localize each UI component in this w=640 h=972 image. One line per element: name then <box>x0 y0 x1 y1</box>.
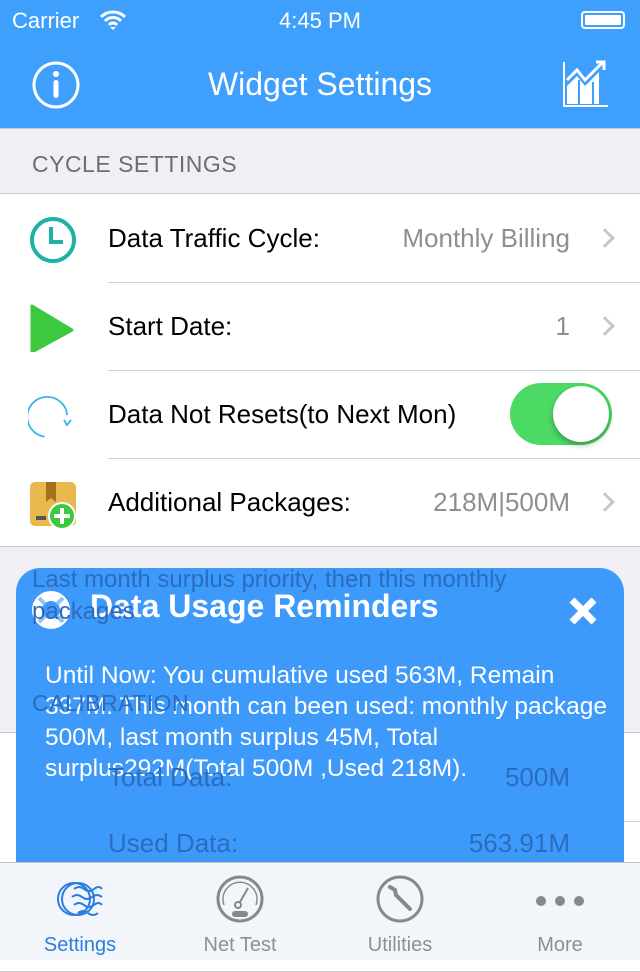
popup-title: Data Usage Reminders <box>90 588 439 624</box>
package-add-icon <box>30 482 76 528</box>
row-value: 218M|500M <box>433 486 570 517</box>
lifebuoy-icon <box>32 591 70 629</box>
tab-label: Settings <box>43 934 117 956</box>
clock-icon <box>30 217 76 263</box>
more-dots-icon <box>536 896 584 906</box>
row-value: Monthly Billing <box>402 222 570 253</box>
close-icon[interactable] <box>568 596 598 626</box>
tab-settings[interactable]: Settings <box>0 863 160 961</box>
row-data-not-resets: Data Not Resets(to Next Mon) <box>0 370 640 458</box>
row-label: Data Not Resets(to Next Mon) <box>108 398 457 429</box>
navigation-bar: Carrier 4:45 PM Widget Settings <box>0 0 640 129</box>
clock-time: 4:45 PM <box>279 8 361 33</box>
cycle-settings-group: Data Traffic Cycle: Monthly Billing Star… <box>0 193 640 547</box>
chevron-right-icon <box>595 228 615 248</box>
tab-utilities[interactable]: Utilities <box>320 863 480 961</box>
row-value: 1 <box>555 310 570 341</box>
chart-icon[interactable] <box>562 60 610 108</box>
row-label: Data Traffic Cycle: <box>108 222 320 253</box>
wrench-icon <box>376 875 424 923</box>
speedometer-icon <box>216 875 264 923</box>
toggle-knob <box>553 386 609 442</box>
play-icon <box>30 304 74 352</box>
popup-message: Until Now: You cumulative used 563M, Rem… <box>45 662 608 782</box>
row-data-traffic-cycle[interactable]: Data Traffic Cycle: Monthly Billing <box>0 194 640 282</box>
tab-label: Net Test <box>203 934 277 956</box>
tab-label: More <box>537 934 583 956</box>
tab-bar: Settings Net Test Utilities More <box>0 862 640 960</box>
row-label: Start Date: <box>108 310 233 341</box>
data-not-resets-toggle[interactable] <box>510 383 612 445</box>
section-header-cycle-settings: CYCLE SETTINGS <box>32 151 238 177</box>
page-title: Widget Settings <box>207 66 433 102</box>
tab-label: Utilities <box>367 934 433 956</box>
data-usage-reminder-popup: Data Usage Reminders Until Now: You cumu… <box>16 568 624 868</box>
chevron-right-icon <box>595 492 615 512</box>
chevron-right-icon <box>595 316 615 336</box>
row-additional-packages[interactable]: Additional Packages: 218M|500M <box>0 458 640 546</box>
refresh-icon <box>28 395 72 438</box>
row-start-date[interactable]: Start Date: 1 <box>0 282 640 370</box>
tab-more[interactable]: More <box>480 863 640 961</box>
row-label: Additional Packages: <box>108 486 351 517</box>
battery-icon <box>581 11 625 29</box>
settings-waves-icon <box>57 882 103 916</box>
tab-net-test[interactable]: Net Test <box>160 863 320 961</box>
